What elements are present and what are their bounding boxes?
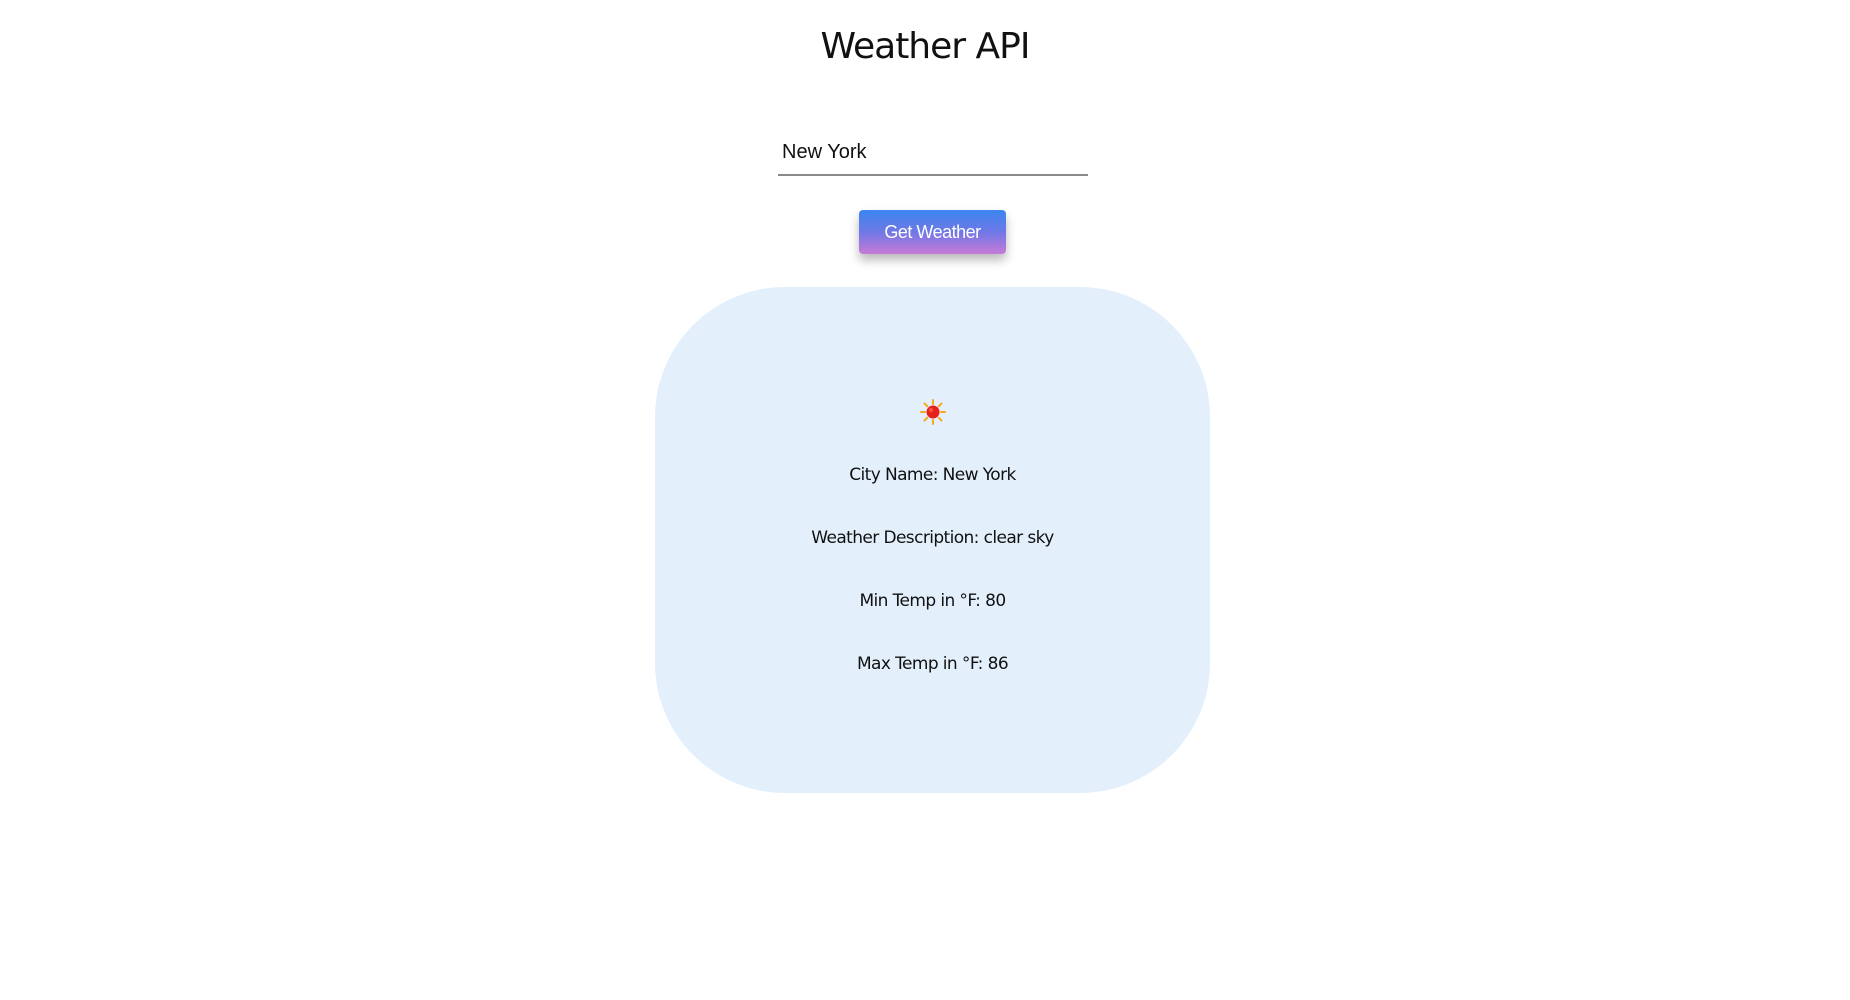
weather-card: City Name: New York Weather Description:…: [655, 287, 1210, 793]
max-temp-text: Max Temp in °F: 86: [856, 654, 1009, 674]
page: Weather API Get Weather City Name: N: [0, 0, 1850, 1000]
sun-icon: [920, 399, 946, 425]
page-title: Weather API: [820, 26, 1031, 67]
weather-description-text: Weather Description: clear sky: [811, 528, 1054, 548]
get-weather-button[interactable]: Get Weather: [859, 210, 1006, 254]
city-name-text: City Name: New York: [849, 465, 1016, 485]
city-input[interactable]: [778, 130, 1088, 176]
min-temp-text: Min Temp in °F: 80: [859, 591, 1006, 611]
